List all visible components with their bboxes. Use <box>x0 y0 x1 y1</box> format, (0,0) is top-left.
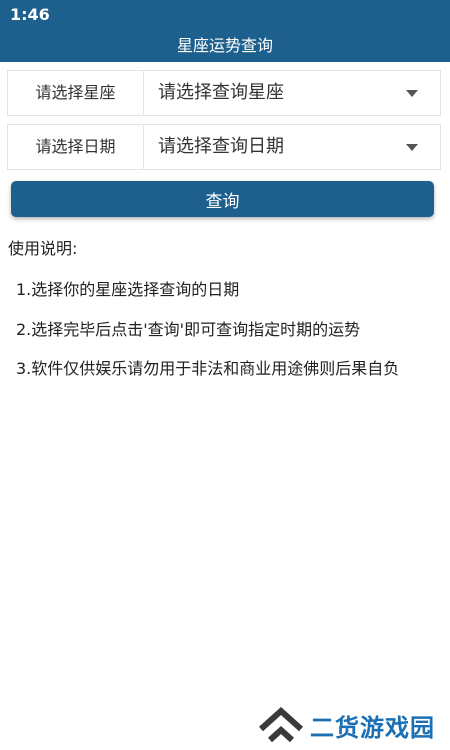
instruction-item: 2.选择完毕后点击'查询'即可查询指定时期的运势 <box>16 320 361 339</box>
date-dropdown[interactable]: 请选择查询日期 <box>144 125 440 169</box>
dropdown-arrow-icon <box>406 90 418 97</box>
zodiac-selector-row: 请选择星座 请选择查询星座 <box>7 70 441 116</box>
instruction-item: 3.软件仅供娱乐请勿用于非法和商业用途佛则后果自负 <box>16 359 400 378</box>
dropdown-arrow-icon <box>406 144 418 151</box>
date-dropdown-value: 请选择查询日期 <box>158 136 284 157</box>
instruction-item: 1.选择你的星座选择查询的日期 <box>16 280 240 299</box>
zodiac-label: 请选择星座 <box>8 71 144 115</box>
zodiac-dropdown-value: 请选择查询星座 <box>158 82 284 103</box>
query-button[interactable]: 查询 <box>11 181 434 217</box>
watermark: 二货游戏园 <box>258 707 435 743</box>
watermark-text: 二货游戏园 <box>310 713 435 742</box>
date-selector-row: 请选择日期 请选择查询日期 <box>7 124 441 170</box>
status-bar: 1:46 <box>0 0 450 30</box>
instructions-title: 使用说明: <box>8 239 78 258</box>
zodiac-dropdown[interactable]: 请选择查询星座 <box>144 71 440 115</box>
app-screen: 1:46 星座运势查询 请选择星座 请选择查询星座 请选择日期 请选择查询日期 … <box>0 0 450 750</box>
status-time: 1:46 <box>10 5 50 24</box>
title-bar: 星座运势查询 <box>0 30 450 62</box>
page-title: 星座运势查询 <box>176 36 273 55</box>
date-label: 请选择日期 <box>8 125 144 169</box>
watermark-logo-icon <box>258 707 304 743</box>
